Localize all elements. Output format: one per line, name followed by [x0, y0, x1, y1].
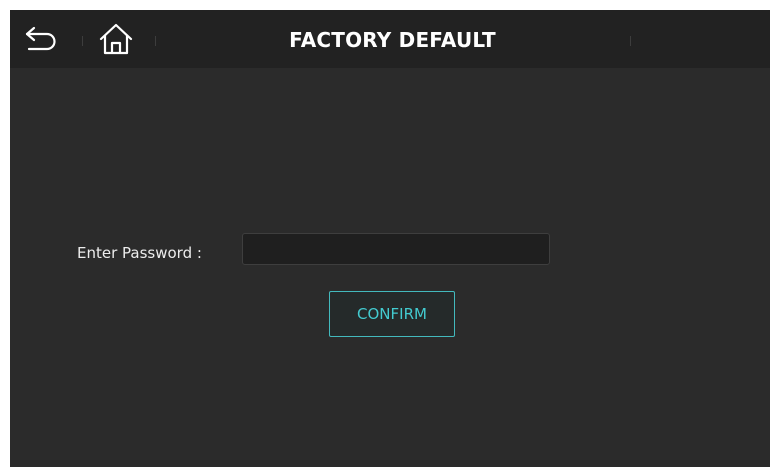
factory-default-screen: FACTORY DEFAULT Enter Password : CONFIRM — [10, 10, 770, 467]
home-button[interactable] — [96, 19, 136, 59]
password-input[interactable] — [242, 233, 550, 265]
main-content: Enter Password : CONFIRM — [10, 68, 770, 467]
back-arrow-icon — [25, 26, 56, 51]
separator — [155, 36, 156, 46]
top-bar: FACTORY DEFAULT — [10, 10, 770, 68]
home-icon — [99, 23, 133, 55]
password-label: Enter Password : — [77, 244, 202, 262]
confirm-button[interactable]: CONFIRM — [329, 291, 455, 337]
separator — [82, 36, 83, 46]
back-button[interactable] — [21, 19, 61, 59]
page-title: FACTORY DEFAULT — [289, 28, 496, 52]
separator — [630, 36, 631, 46]
